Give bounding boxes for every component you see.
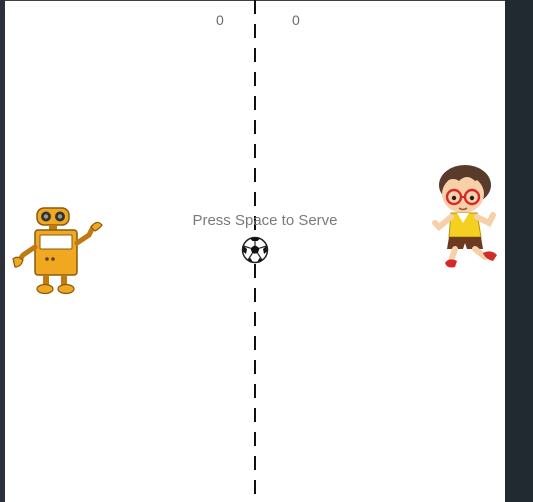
game-court[interactable]: 0 0 Press Space to Serve — [5, 0, 505, 502]
kid-paddle-icon — [432, 165, 497, 268]
soccer-ball-icon — [241, 236, 269, 264]
right-score: 0 — [292, 12, 300, 28]
robot-paddle-icon — [12, 207, 103, 295]
serve-message: Press Space to Serve — [192, 212, 338, 229]
left-score: 0 — [216, 12, 224, 28]
right-frame — [505, 0, 533, 502]
